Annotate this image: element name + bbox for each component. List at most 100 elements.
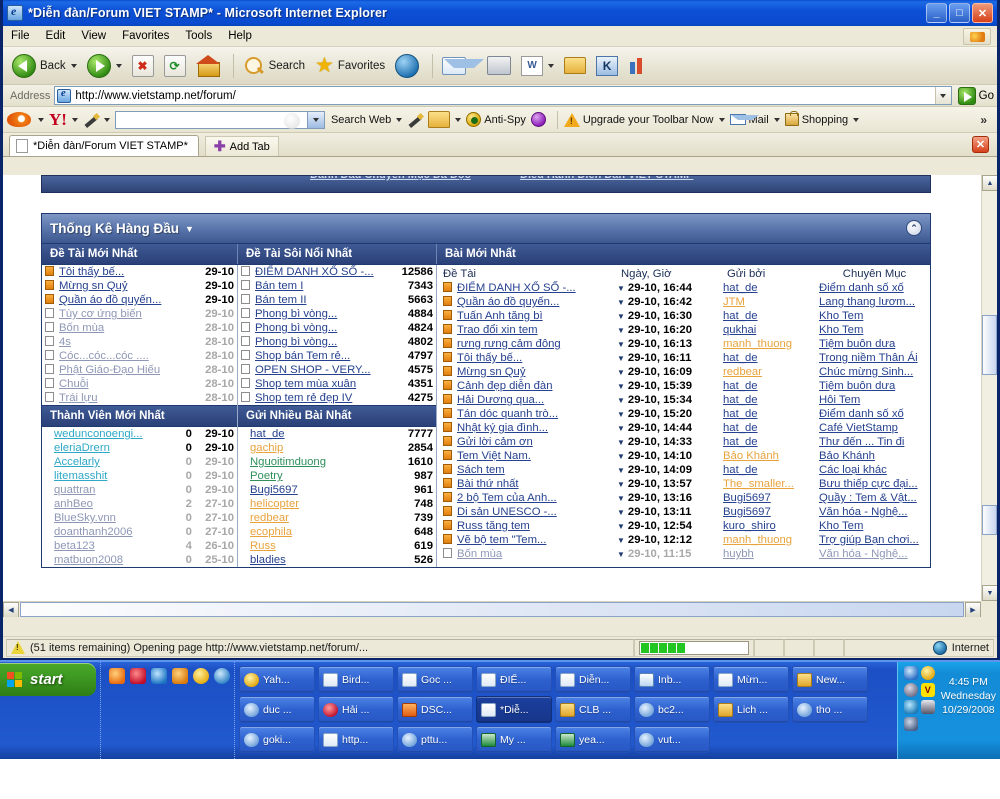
add-tab-button[interactable]: ✚ Add Tab — [204, 136, 279, 156]
refresh-button[interactable]: ⟳ — [161, 51, 189, 81]
poster-link[interactable]: gachip — [250, 442, 283, 454]
goto-post-icon[interactable]: ▼ — [617, 508, 625, 517]
post-topic-link[interactable]: Russ tăng tem — [457, 520, 530, 532]
goto-post-icon[interactable]: ▼ — [617, 284, 625, 293]
poster-link[interactable]: helicopter — [250, 498, 299, 510]
internet-explorer-quick-icon[interactable] — [214, 668, 230, 684]
post-author-link[interactable]: manh_thuong — [723, 534, 792, 546]
topic-link[interactable]: Bán tem II — [255, 294, 307, 306]
start-button[interactable]: start — [0, 663, 96, 696]
topic-link[interactable]: Shop bán Tem rẻ... — [255, 350, 350, 362]
post-topic-link[interactable]: Tem Việt Nam. — [457, 450, 531, 462]
taskbar-button[interactable]: CLB ... — [555, 696, 631, 723]
post-author-link[interactable]: Bảo Khánh — [723, 450, 779, 462]
member-link[interactable]: anhBeo — [54, 498, 93, 510]
menu-item-view[interactable]: View — [81, 30, 106, 42]
yahoo-mail-button[interactable]: Mail — [729, 114, 780, 126]
poster-link[interactable]: redbear — [250, 512, 289, 524]
member-link[interactable]: matbuon2008 — [54, 554, 123, 566]
post-category-link[interactable]: Quầy : Tem & Vật... — [819, 492, 917, 504]
post-author-link[interactable]: The_smaller... — [723, 478, 794, 490]
goto-post-icon[interactable]: ▼ — [617, 536, 625, 545]
player-icon[interactable] — [172, 668, 188, 684]
yahoo-mail-dropdown-icon[interactable] — [773, 117, 780, 122]
post-author-link[interactable]: hat_de — [723, 352, 758, 364]
member-link[interactable]: litemasshit — [54, 470, 107, 482]
post-topic-link[interactable]: ĐIỂM DANH XỔ SỐ -... — [457, 282, 576, 294]
goto-post-icon[interactable]: ▼ — [617, 298, 625, 307]
post-category-link[interactable]: Điểm danh số xố — [819, 408, 904, 420]
goto-post-icon[interactable]: ▼ — [617, 382, 625, 391]
post-category-link[interactable]: Chúc mừng Sinh... — [819, 366, 913, 378]
post-category-link[interactable]: Hôi Tem — [819, 394, 860, 406]
post-category-link[interactable]: Trợ giúp Bạn chơi... — [819, 534, 919, 546]
topic-link[interactable]: OPEN SHOP - VERY... — [255, 364, 371, 376]
topic-link[interactable]: Shop tem rẻ đẹp IV — [255, 392, 352, 404]
member-link[interactable]: beta123 — [54, 540, 95, 552]
goto-post-icon[interactable]: ▼ — [617, 354, 625, 363]
vertical-scrollbar[interactable]: ▲ ▼ — [981, 175, 997, 601]
member-link[interactable]: eleriaDrern — [54, 442, 110, 454]
post-category-link[interactable]: Văn hóa - Nghệ... — [819, 548, 908, 560]
post-category-link[interactable]: Thư đến ... Tin đi — [819, 436, 904, 448]
clock[interactable]: 4:45 PM Wednesday 10/29/2008 — [941, 666, 996, 759]
post-category-link[interactable]: Café VietStamp — [819, 422, 898, 434]
taskbar-button[interactable]: Hải ... — [318, 696, 394, 723]
topic-link[interactable]: Tùy cơ ứng biến — [59, 308, 142, 320]
network-icon[interactable] — [903, 666, 918, 680]
nav-link-moderate[interactable]: Điều Hành Diễn Đàn VIET STAMP — [520, 176, 693, 181]
kaspersky-button[interactable]: K — [593, 51, 621, 81]
member-link[interactable]: quattran — [54, 484, 95, 496]
back-button[interactable]: Back — [9, 51, 80, 81]
search-button[interactable]: Search — [240, 51, 308, 81]
topic-link[interactable]: Bán tem I — [255, 280, 303, 292]
topic-link[interactable]: Phong bì vòng... — [255, 336, 337, 348]
post-topic-link[interactable]: Vẽ bộ tem "Tem... — [457, 534, 546, 546]
post-author-link[interactable]: huybh — [723, 548, 754, 560]
post-author-link[interactable]: hat_de — [723, 436, 758, 448]
topic-link[interactable]: Phật Giáo-Đạo Hiếu — [59, 364, 160, 376]
post-category-link[interactable]: Điểm danh số xố — [819, 282, 904, 294]
member-link[interactable]: BlueSky.vnn — [54, 512, 116, 524]
member-link[interactable]: doanthanh2006 — [54, 526, 133, 538]
post-topic-link[interactable]: Tôi thấy bế... — [457, 352, 522, 364]
post-category-link[interactable]: Kho Tem — [819, 310, 863, 322]
post-author-link[interactable]: Bugi5697 — [723, 492, 771, 504]
topic-link[interactable]: Phong bì vòng... — [255, 322, 337, 334]
close-button[interactable]: ✕ — [972, 3, 993, 23]
post-topic-link[interactable]: Tuấn Anh tăng bì — [457, 310, 543, 322]
goto-post-icon[interactable]: ▼ — [617, 424, 625, 433]
address-input[interactable]: http://www.vietstamp.net/forum/ — [54, 86, 952, 105]
edit-word-button[interactable]: W — [518, 51, 557, 81]
yahoo-music-button[interactable] — [530, 112, 546, 127]
shopping-button[interactable]: Shopping — [784, 111, 860, 126]
taskbar-button[interactable]: pttu... — [397, 726, 473, 753]
goto-post-icon[interactable]: ▼ — [617, 410, 625, 419]
scroll-left-button[interactable]: ◀ — [3, 602, 19, 617]
taskbar-button[interactable]: ĐIỂ... — [476, 666, 552, 693]
yahoo-search-input[interactable] — [114, 110, 325, 129]
topic-link[interactable]: Cóc...cóc...cóc .... — [59, 350, 149, 362]
post-author-link[interactable]: hat_de — [723, 310, 758, 322]
taskbar-button[interactable]: Goc ... — [397, 666, 473, 693]
yahoo-orb-dropdown-icon[interactable] — [38, 117, 44, 122]
menu-item-favorites[interactable]: Favorites — [122, 30, 169, 42]
print-button[interactable] — [484, 51, 514, 81]
poster-link[interactable]: Nguoitimduong — [250, 456, 326, 468]
topic-link[interactable]: Trái lựu — [59, 392, 98, 404]
mail-button[interactable] — [439, 51, 485, 81]
post-category-link[interactable]: Văn hóa - Nghệ... — [819, 506, 908, 518]
post-author-link[interactable]: redbear — [723, 366, 762, 378]
post-author-link[interactable]: qukhai — [723, 324, 756, 336]
goto-post-icon[interactable]: ▼ — [617, 452, 625, 461]
nav-link-mark-read[interactable]: Đánh Dấu Chuyên Mục Đã Đọc — [310, 176, 471, 181]
taskbar-button[interactable]: duc ... — [239, 696, 315, 723]
yahoo-bookmarks-button[interactable] — [428, 111, 462, 128]
post-category-link[interactable]: Tiệm buôn dưa — [819, 380, 895, 392]
menu-item-help[interactable]: Help — [228, 30, 252, 42]
favorites-button[interactable]: ★ Favorites — [312, 51, 388, 81]
yahoo-messenger-tray-icon[interactable] — [920, 666, 935, 680]
topic-link[interactable]: Shop tem mùa xuân — [255, 378, 356, 390]
taskbar-button[interactable]: Inb... — [634, 666, 710, 693]
goto-post-icon[interactable]: ▼ — [617, 466, 625, 475]
